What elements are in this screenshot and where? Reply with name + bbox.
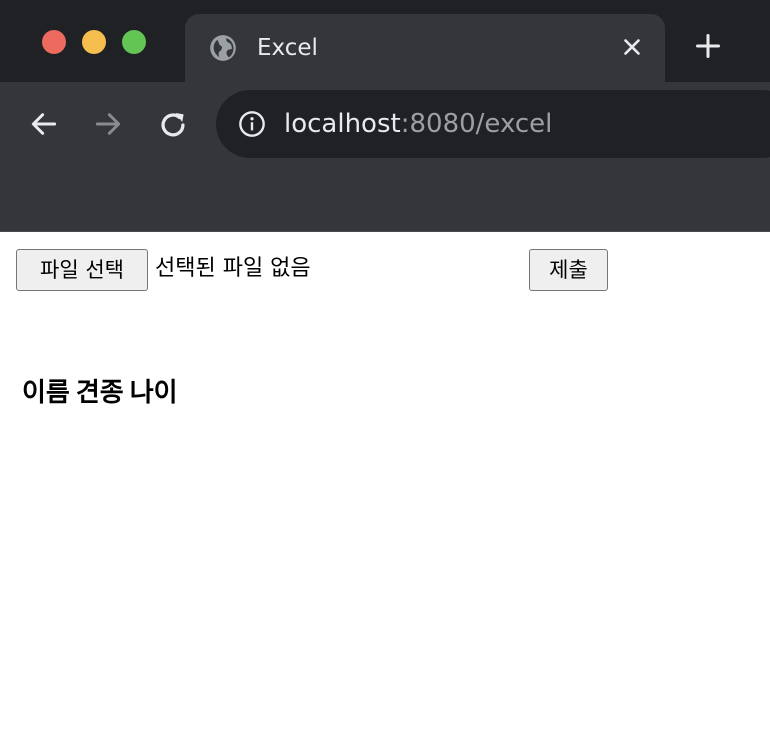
table-header-row: 이름 견종 나이	[22, 376, 184, 410]
reload-icon[interactable]	[156, 108, 190, 142]
tab-title: Excel	[257, 35, 318, 61]
choose-file-button[interactable]: 파일 선택	[16, 249, 148, 291]
arrow-right-icon[interactable]	[92, 108, 124, 140]
page-content: 파일 선택 선택된 파일 없음 제출 이름 견종 나이	[0, 232, 770, 746]
address-bar[interactable]: localhost:8080/excel	[216, 90, 770, 158]
window-close-button[interactable]	[42, 30, 66, 54]
header-name: 이름	[22, 378, 70, 408]
header-age: 나이	[129, 378, 178, 408]
close-icon[interactable]	[619, 34, 645, 60]
url-text[interactable]: localhost:8080/excel	[284, 108, 552, 140]
globe-icon	[210, 35, 236, 61]
window-zoom-button[interactable]	[122, 30, 146, 54]
tab-excel[interactable]: Excel	[185, 14, 665, 82]
url-path: :8080/excel	[400, 109, 553, 139]
info-icon[interactable]	[238, 110, 266, 138]
browser-chrome: Excel localhost:8080/excel	[0, 0, 770, 232]
arrow-left-icon[interactable]	[28, 108, 60, 140]
tab-strip: Excel	[0, 0, 770, 82]
window-minimize-button[interactable]	[82, 30, 106, 54]
file-status-text: 선택된 파일 없음	[155, 256, 311, 281]
plus-icon[interactable]	[694, 32, 722, 60]
url-host: localhost	[284, 109, 401, 139]
header-breed: 견종	[75, 378, 124, 408]
submit-button[interactable]: 제출	[529, 249, 608, 291]
